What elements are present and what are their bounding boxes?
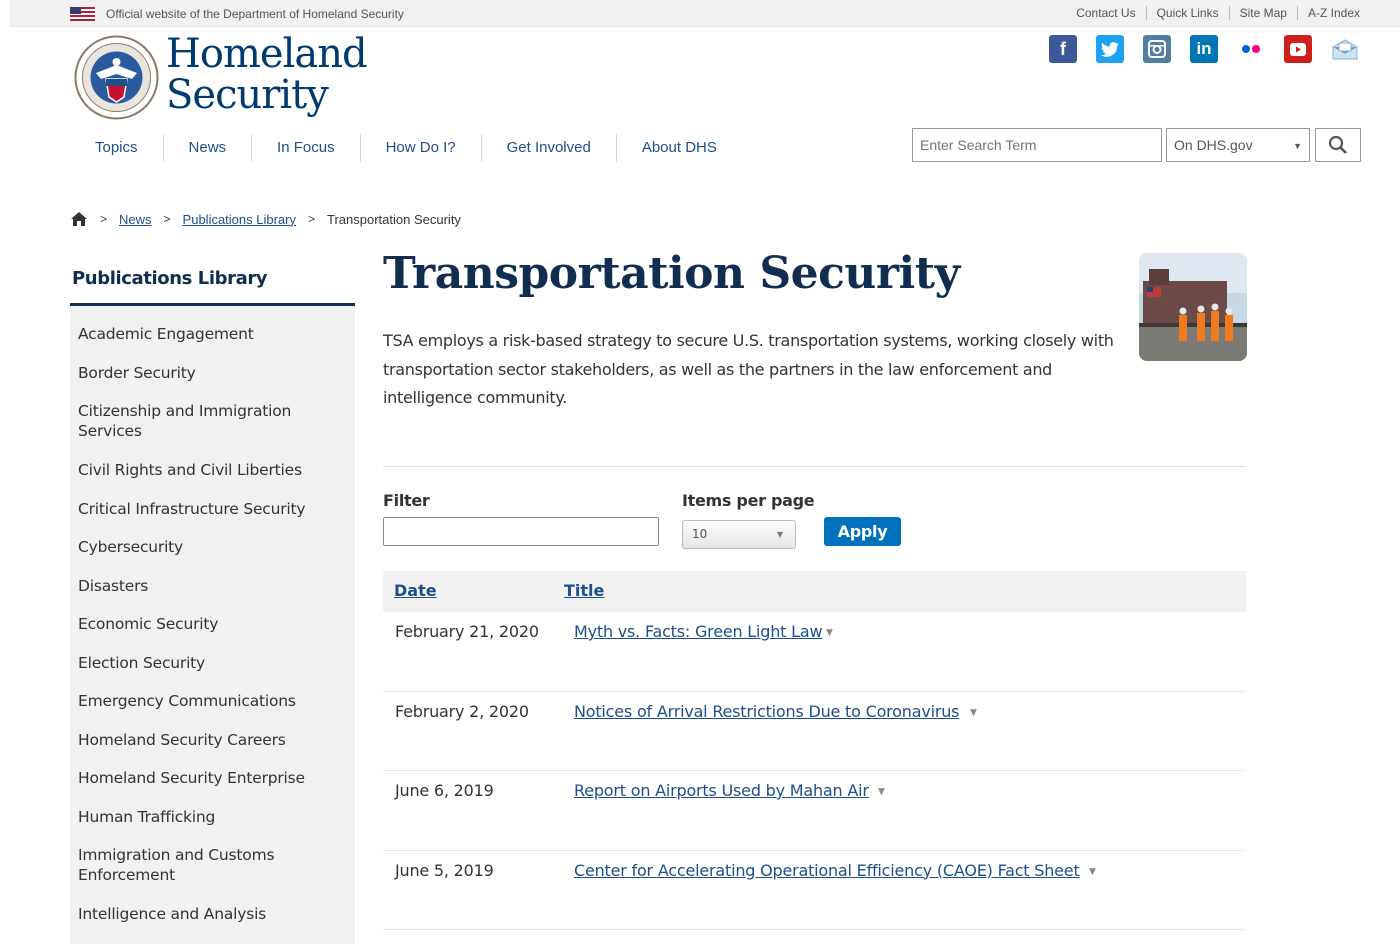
table-row: June 6, 2019 Report on Airports Used by … <box>383 771 1246 851</box>
expand-caret-icon[interactable]: ▼ <box>970 708 977 718</box>
breadcrumb-current: Transportation Security <box>327 211 461 227</box>
search-scope-select[interactable]: On DHS.gov ▼ <box>1166 128 1310 162</box>
email-icon[interactable] <box>1331 35 1359 63</box>
sidebar-item-disasters[interactable]: Disasters <box>70 572 355 611</box>
social-links: f in <box>1049 35 1359 63</box>
homeland-security-wordmark[interactable]: Homeland Security <box>166 34 368 116</box>
publications-table: Date Title February 21, 2020 Myth vs. Fa… <box>383 571 1246 930</box>
youtube-icon[interactable] <box>1284 35 1312 63</box>
transportation-photo <box>1139 253 1247 361</box>
table-row: February 21, 2020 Myth vs. Facts: Green … <box>383 612 1246 692</box>
nav-about-dhs[interactable]: About DHS <box>617 134 742 162</box>
nav-topics[interactable]: Topics <box>70 134 164 162</box>
flickr-icon[interactable] <box>1237 35 1265 63</box>
nav-news[interactable]: News <box>164 134 253 162</box>
nav-in-focus[interactable]: In Focus <box>252 134 361 162</box>
linkedin-icon[interactable]: in <box>1190 35 1218 63</box>
twitter-icon[interactable] <box>1096 35 1124 63</box>
filter-input[interactable] <box>383 517 659 546</box>
sidebar-item-critical-infrastructure[interactable]: Critical Infrastructure Security <box>70 495 355 534</box>
table-row: February 2, 2020 Notices of Arrival Rest… <box>383 692 1246 771</box>
a-z-index-link[interactable]: A-Z Index <box>1298 6 1360 20</box>
intro-paragraph: TSA employs a risk-based strategy to sec… <box>383 331 1114 407</box>
row-date: February 2, 2020 <box>395 701 529 721</box>
sidebar-item-election-security[interactable]: Election Security <box>70 649 355 688</box>
us-flag-icon <box>70 7 95 21</box>
sidebar-item-economic-security[interactable]: Economic Security <box>70 610 355 649</box>
sidebar: Publications Library Academic Engagement… <box>70 258 355 944</box>
sidebar-item-intelligence-analysis[interactable]: Intelligence and Analysis <box>70 900 355 939</box>
breadcrumb-news[interactable]: News <box>119 212 152 227</box>
sidebar-item-immigration-customs[interactable]: Immigration and Customs Enforcement <box>70 841 355 900</box>
apply-button[interactable]: Apply <box>824 517 901 546</box>
row-title-link[interactable]: Notices of Arrival Restrictions Due to C… <box>574 702 959 721</box>
table-header: Date Title <box>383 571 1246 612</box>
official-banner: Official website of the Department of Ho… <box>10 0 1400 27</box>
sidebar-title[interactable]: Publications Library <box>70 258 355 306</box>
breadcrumb-separator: > <box>308 212 316 226</box>
official-website-text: Official website of the Department of Ho… <box>106 7 404 21</box>
sort-by-date-header[interactable]: Date <box>394 581 437 600</box>
expand-caret-icon[interactable]: ▼ <box>1089 867 1096 877</box>
sidebar-item-academic-engagement[interactable]: Academic Engagement <box>70 320 355 359</box>
breadcrumb: > News > Publications Library > Transpor… <box>70 211 461 227</box>
filter-label: Filter <box>383 491 430 510</box>
nav-how-do-i[interactable]: How Do I? <box>361 134 482 162</box>
table-row: June 5, 2019 Center for Accelerating Ope… <box>383 851 1246 930</box>
breadcrumb-separator: > <box>163 212 171 226</box>
sidebar-item-careers[interactable]: Homeland Security Careers <box>70 726 355 765</box>
sidebar-item-citizenship-immigration[interactable]: Citizenship and Immigration Services <box>70 397 355 456</box>
row-date: June 6, 2019 <box>395 781 494 800</box>
main-navigation: Topics News In Focus How Do I? Get Invol… <box>70 133 742 163</box>
dhs-seal-logo[interactable] <box>74 35 159 120</box>
sidebar-item-enterprise[interactable]: Homeland Security Enterprise <box>70 764 355 803</box>
contact-us-link[interactable]: Contact Us <box>1066 6 1147 20</box>
nav-get-involved[interactable]: Get Involved <box>482 134 617 162</box>
search-icon <box>1328 135 1347 154</box>
home-icon[interactable] <box>70 211 88 227</box>
sidebar-item-civil-rights[interactable]: Civil Rights and Civil Liberties <box>70 456 355 495</box>
items-per-page-label: Items per page <box>682 491 815 510</box>
sidebar-item-emergency-communications[interactable]: Emergency Communications <box>70 687 355 726</box>
page-title: Transportation Security <box>383 248 960 299</box>
section-divider <box>383 466 1246 467</box>
sidebar-item-human-trafficking[interactable]: Human Trafficking <box>70 803 355 842</box>
expand-caret-icon[interactable]: ▼ <box>826 628 833 638</box>
site-map-link[interactable]: Site Map <box>1230 6 1298 20</box>
row-title-link[interactable]: Myth vs. Facts: Green Light Law <box>574 622 823 641</box>
row-title-link[interactable]: Center for Accelerating Operational Effi… <box>574 861 1080 880</box>
row-title-link[interactable]: Report on Airports Used by Mahan Air <box>574 781 869 800</box>
sidebar-list: Academic Engagement Border Security Citi… <box>70 306 355 944</box>
items-per-page-select[interactable]: 10 ▼ <box>682 520 796 549</box>
row-date: February 21, 2020 <box>395 622 539 641</box>
chevron-down-icon: ▼ <box>776 530 783 539</box>
utility-links: Contact Us Quick Links Site Map A-Z Inde… <box>1066 6 1360 20</box>
expand-caret-icon[interactable]: ▼ <box>878 787 885 797</box>
search-input[interactable] <box>912 128 1162 162</box>
row-date: June 5, 2019 <box>395 860 494 880</box>
facebook-icon[interactable]: f <box>1049 35 1077 63</box>
sidebar-item-cybersecurity[interactable]: Cybersecurity <box>70 533 355 572</box>
breadcrumb-separator: > <box>100 212 108 226</box>
sort-by-title-header[interactable]: Title <box>564 581 604 600</box>
sidebar-item-border-security[interactable]: Border Security <box>70 359 355 398</box>
instagram-icon[interactable] <box>1143 35 1171 63</box>
quick-links-link[interactable]: Quick Links <box>1147 6 1230 20</box>
chevron-down-icon: ▼ <box>1293 141 1302 151</box>
search-button[interactable] <box>1315 128 1361 162</box>
breadcrumb-publications-library[interactable]: Publications Library <box>183 212 296 227</box>
